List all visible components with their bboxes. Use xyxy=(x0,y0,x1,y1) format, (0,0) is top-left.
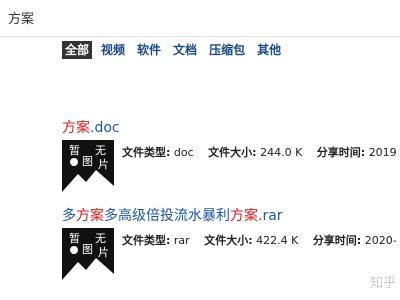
file-type-label: 文件类型: xyxy=(122,146,171,159)
no-image-thumbnail: 暂 无 图 片 xyxy=(62,140,114,192)
tab-all[interactable]: 全部 xyxy=(62,41,93,59)
file-size-value: 244.0 K xyxy=(260,146,303,159)
tab-video[interactable]: 视频 xyxy=(101,41,125,59)
file-type-value: rar xyxy=(173,234,190,247)
svg-text:片: 片 xyxy=(98,246,109,259)
result-title-link[interactable]: 多方案多高级倍投流水暴利方案.rar xyxy=(62,206,400,226)
result-meta: 文件类型: rar 文件大小: 422.4 K 分享时间: 2020- xyxy=(122,232,400,248)
watermark: 知乎 xyxy=(370,276,397,291)
svg-text:暂: 暂 xyxy=(69,144,80,157)
svg-text:图: 图 xyxy=(82,155,93,168)
svg-text:无: 无 xyxy=(95,232,106,245)
tab-software[interactable]: 软件 xyxy=(137,41,161,59)
share-time-value: 2019 xyxy=(368,146,397,159)
search-bar[interactable]: 方案 xyxy=(0,0,400,37)
result-item: 多方案多高级倍投流水暴利方案.rar 暂 无 图 片 文件类型: rar 文件大… xyxy=(62,206,400,288)
share-time-label: 分享时间: xyxy=(312,234,362,247)
title-highlight: 方案 xyxy=(76,208,104,224)
file-size-value: 422.4 K xyxy=(256,234,299,247)
file-type-value: doc xyxy=(173,146,194,159)
share-time-value: 2020- xyxy=(364,234,397,247)
result-item: 方案.doc 暂 无 图 片 文件类型: doc 文件大小: 244.0 K 分… xyxy=(62,118,400,200)
file-size-label: 文件大小: xyxy=(208,146,257,159)
no-image-thumbnail: 暂 无 图 片 xyxy=(62,228,114,280)
result-title-link[interactable]: 方案.doc xyxy=(62,118,400,138)
search-input[interactable]: 方案 xyxy=(8,8,34,27)
filter-tabs: 全部 视频 软件 文档 压缩包 其他 xyxy=(62,40,293,60)
result-meta: 文件类型: doc 文件大小: 244.0 K 分享时间: 2019 xyxy=(122,144,400,160)
svg-text:图: 图 xyxy=(82,243,93,256)
file-size-label: 文件大小: xyxy=(204,234,253,247)
tab-archive[interactable]: 压缩包 xyxy=(209,41,245,59)
title-highlight: 方案 xyxy=(230,208,258,224)
svg-text:暂: 暂 xyxy=(69,232,80,245)
tab-document[interactable]: 文档 xyxy=(173,41,197,59)
title-highlight: 方案 xyxy=(62,120,90,136)
svg-text:无: 无 xyxy=(95,144,106,157)
file-type-label: 文件类型: xyxy=(122,234,171,247)
svg-text:片: 片 xyxy=(98,158,109,171)
share-time-label: 分享时间: xyxy=(316,146,366,159)
tab-other[interactable]: 其他 xyxy=(257,41,281,59)
